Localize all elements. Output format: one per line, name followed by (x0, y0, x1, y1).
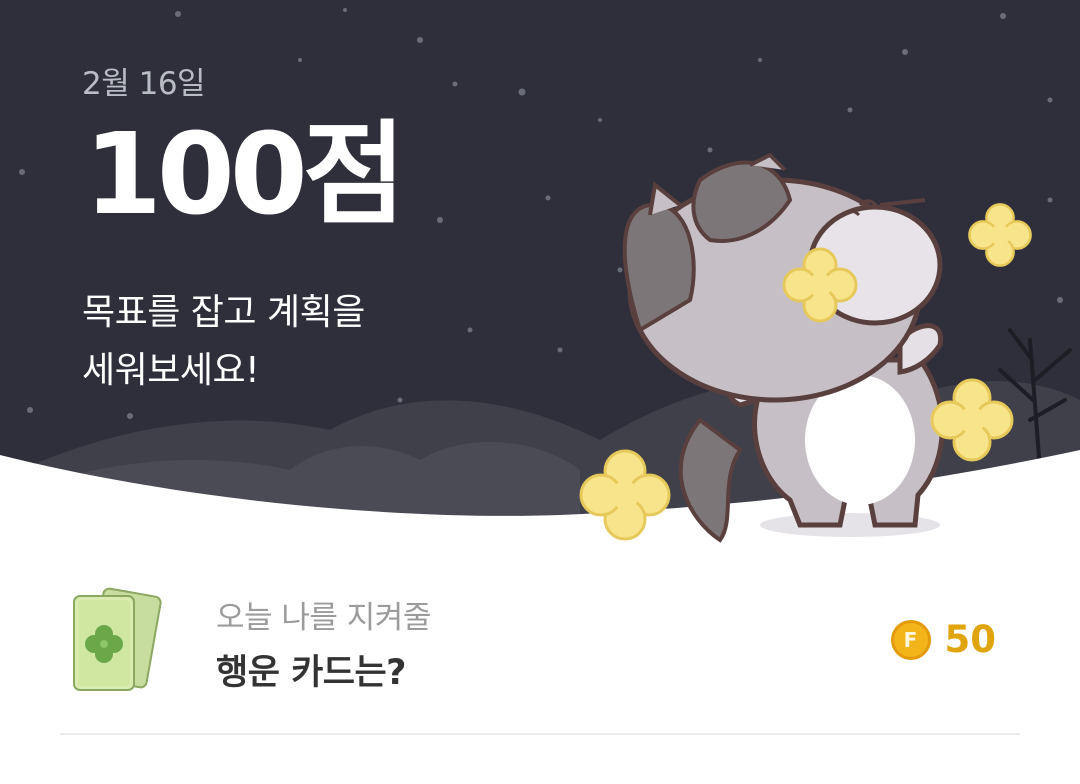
hero-message-line1: 목표를 잡고 계획을 (82, 292, 365, 333)
card-subtitle: 오늘 나를 지켜줄 (216, 600, 431, 636)
card-title: 행운 카드는? (216, 653, 407, 693)
date-label: 2월 16일 (82, 66, 206, 102)
score-value: 100점 (84, 110, 406, 240)
hero-banner: 2월 16일 100점 목표를 잡고 계획을 세워보세요! (0, 0, 1080, 560)
lucky-card-row[interactable]: 오늘 나를 지켜줄 행운 카드는? F 50 (60, 572, 1020, 732)
clover-card-icon (73, 587, 162, 691)
divider (60, 733, 1020, 735)
coin-icon: F (890, 619, 931, 660)
hero-message: 목표를 잡고 계획을 세워보세요! (82, 284, 365, 401)
hero-message-line2: 세워보세요! (82, 350, 260, 392)
reward-value: 50 (944, 618, 997, 661)
reward: F 50 (890, 618, 997, 661)
